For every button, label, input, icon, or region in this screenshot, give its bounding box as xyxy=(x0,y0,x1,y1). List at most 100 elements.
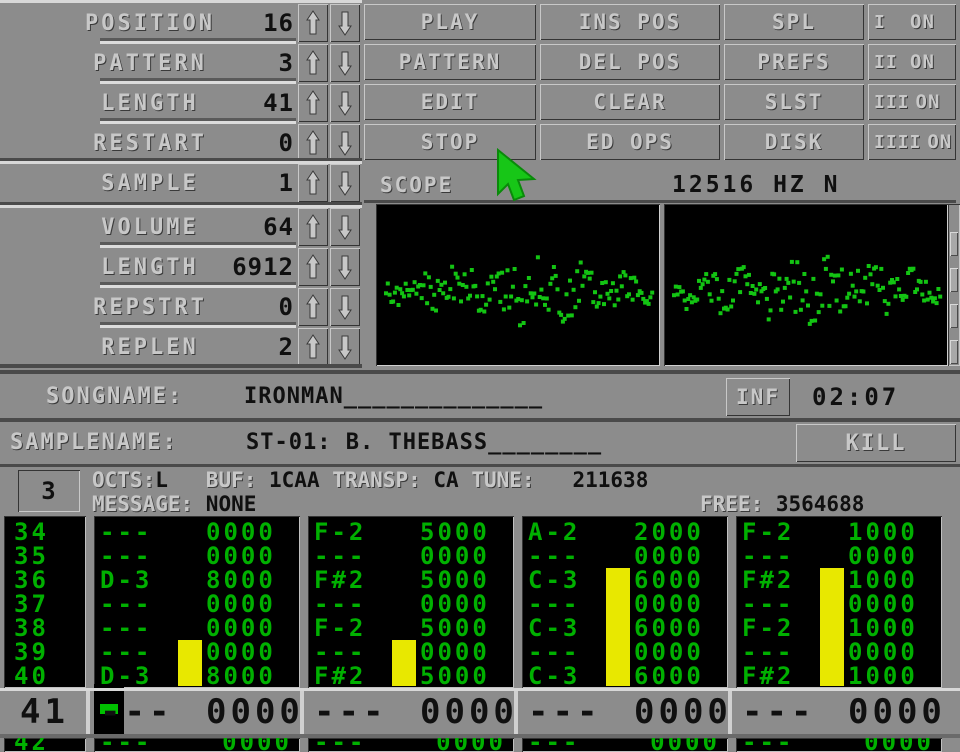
command-button-spl[interactable]: SPL xyxy=(724,4,864,40)
param-decrement-volume[interactable] xyxy=(330,208,360,246)
scope-scrollbar-thumb[interactable] xyxy=(950,232,958,256)
command-button-play[interactable]: PLAY xyxy=(364,4,536,40)
buf-value: 1CAA xyxy=(269,468,333,492)
pattern-current-row[interactable]: 41 --- 0000 --- 0000 --- 0000 --- 0000 xyxy=(0,684,960,734)
command-button-edit[interactable]: EDIT xyxy=(364,84,536,120)
info-line-3: FREE: 3564688 xyxy=(700,492,864,516)
scope-scrollbar-thumb[interactable] xyxy=(950,304,958,328)
pattern-notes: F-2 --- F#2 --- F-2 --- F#2 xyxy=(742,518,795,688)
param-value[interactable]: 3 xyxy=(279,44,294,82)
current-row-top-hilite xyxy=(0,688,960,691)
param-value[interactable]: 0 xyxy=(279,124,294,162)
param-decrement-repstrt[interactable] xyxy=(330,288,360,326)
current-row-note[interactable]: --- xyxy=(528,690,601,734)
param-decrement-length[interactable] xyxy=(330,84,360,122)
param-decrement-replen[interactable] xyxy=(330,328,360,366)
edit-octave-value: 3 xyxy=(41,477,57,505)
param-row-replen: REPLEN 2 xyxy=(4,328,296,366)
current-row-data[interactable]: 0000 xyxy=(206,690,304,734)
scope-display-right[interactable] xyxy=(664,204,948,366)
command-button-prefs[interactable]: PREFS xyxy=(724,44,864,80)
param-value[interactable]: 64 xyxy=(263,208,294,246)
transp-label: TRANSP: xyxy=(332,468,434,492)
param-label: LENGTH xyxy=(101,90,199,116)
param-increment-restart[interactable] xyxy=(298,124,328,162)
current-row-note[interactable]: --- xyxy=(314,690,387,734)
channel-toggle-2[interactable]: II ON xyxy=(868,44,956,80)
samplename-value[interactable]: ST-01: B. THEBASS________ xyxy=(246,428,602,458)
param-label: PATTERN xyxy=(93,50,207,76)
info-line-2: MESSAGE: NONE xyxy=(92,492,256,516)
command-button-slst[interactable]: SLST xyxy=(724,84,864,120)
channel-state-label: ON xyxy=(915,91,941,113)
param-increment-repstrt[interactable] xyxy=(298,288,328,326)
param-increment-pattern[interactable] xyxy=(298,44,328,82)
param-value[interactable]: 2 xyxy=(279,328,294,366)
channel-toggle-4[interactable]: IIII ON xyxy=(868,124,956,160)
inf-button[interactable]: INF xyxy=(726,378,790,416)
command-button-clear[interactable]: CLEAR xyxy=(540,84,720,120)
current-row-note[interactable]: --- xyxy=(742,690,815,734)
param-label: POSITION xyxy=(85,10,215,36)
command-button-del-pos[interactable]: DEL POS xyxy=(540,44,720,80)
current-row-data[interactable]: 0000 xyxy=(848,690,946,734)
param-increment-replen[interactable] xyxy=(298,328,328,366)
param-decrement-pattern[interactable] xyxy=(330,44,360,82)
scope-display-left[interactable] xyxy=(376,204,660,366)
pattern-next-row-text: --- 0000 xyxy=(314,738,506,752)
command-button-disk[interactable]: DISK xyxy=(724,124,864,160)
channel-vu-meter xyxy=(178,640,202,686)
param-row-length: LENGTH 6912 xyxy=(4,248,296,288)
command-button-label: INS POS xyxy=(578,10,682,34)
param-increment-position[interactable] xyxy=(298,4,328,42)
param-label: SAMPLE xyxy=(101,170,199,196)
param-increment-length[interactable] xyxy=(298,248,328,286)
pattern-notes: A-2 --- C-3 --- C-3 --- C-3 xyxy=(528,518,581,688)
current-row-note[interactable]: --- xyxy=(100,690,173,734)
scope-rate: 12516 HZ N xyxy=(672,172,841,198)
param-row-volume: VOLUME 64 xyxy=(4,208,296,248)
command-button-ed-ops[interactable]: ED OPS xyxy=(540,124,720,160)
pattern-channel-2[interactable]: F-2 --- F#2 --- F-2 --- F#2 5000 0000 500… xyxy=(308,516,514,688)
current-row-separator xyxy=(86,690,90,734)
pattern-channel-1[interactable]: --- --- D-3 --- --- --- D-3 0000 0000 800… xyxy=(94,516,300,688)
param-increment-length[interactable] xyxy=(298,84,328,122)
top-hilite xyxy=(0,0,362,3)
song-time: 02:07 xyxy=(812,383,900,411)
current-row-data[interactable]: 0000 xyxy=(420,690,518,734)
pattern-channel-4[interactable]: F-2 --- F#2 --- F-2 --- F#2 1000 0000 100… xyxy=(736,516,942,688)
command-button-pattern[interactable]: PATTERN xyxy=(364,44,536,80)
param-value[interactable]: 6912 xyxy=(232,248,294,286)
scope-scrollbar-thumb[interactable] xyxy=(950,268,958,292)
pattern-channel-3[interactable]: A-2 --- C-3 --- C-3 --- C-3 2000 0000 600… xyxy=(522,516,728,688)
param-decrement-restart[interactable] xyxy=(330,124,360,162)
current-row-data[interactable]: 0000 xyxy=(634,690,732,734)
param-value[interactable]: 41 xyxy=(263,84,294,122)
command-button-label: PATTERN xyxy=(398,50,502,74)
command-button-ins-pos[interactable]: INS POS xyxy=(540,4,720,40)
kill-button[interactable]: KILL xyxy=(796,424,956,462)
scope-label[interactable]: SCOPE xyxy=(380,170,453,200)
param-row-repstrt: REPSTRT 0 xyxy=(4,288,296,328)
param-label: REPLEN xyxy=(101,334,199,360)
param-decrement-length[interactable] xyxy=(330,248,360,286)
param-decrement-sample[interactable] xyxy=(330,164,360,202)
param-decrement-position[interactable] xyxy=(330,4,360,42)
buf-label: BUF: xyxy=(193,468,270,492)
param-row-position: POSITION 16 xyxy=(4,4,296,44)
param-value[interactable]: 0 xyxy=(279,288,294,326)
param-increment-sample[interactable] xyxy=(298,164,328,202)
command-button-stop[interactable]: STOP xyxy=(364,124,536,160)
channel-toggle-1[interactable]: I ON xyxy=(868,4,956,40)
param-value[interactable]: 16 xyxy=(263,4,294,42)
songname-bottom-divider xyxy=(0,418,960,422)
songname-value[interactable]: IRONMAN______________ xyxy=(244,382,543,412)
channel-toggle-3[interactable]: III ON xyxy=(868,84,956,120)
inf-button-label: INF xyxy=(736,385,780,409)
param-value[interactable]: 1 xyxy=(279,164,294,202)
pattern-next-row-text: 42 xyxy=(14,738,49,752)
param-increment-volume[interactable] xyxy=(298,208,328,246)
scope-scrollbar-thumb[interactable] xyxy=(950,340,958,364)
pattern-next-row-sliver: --- 0000 xyxy=(522,738,728,752)
pattern-next-row-sliver: --- 0000 xyxy=(308,738,514,752)
